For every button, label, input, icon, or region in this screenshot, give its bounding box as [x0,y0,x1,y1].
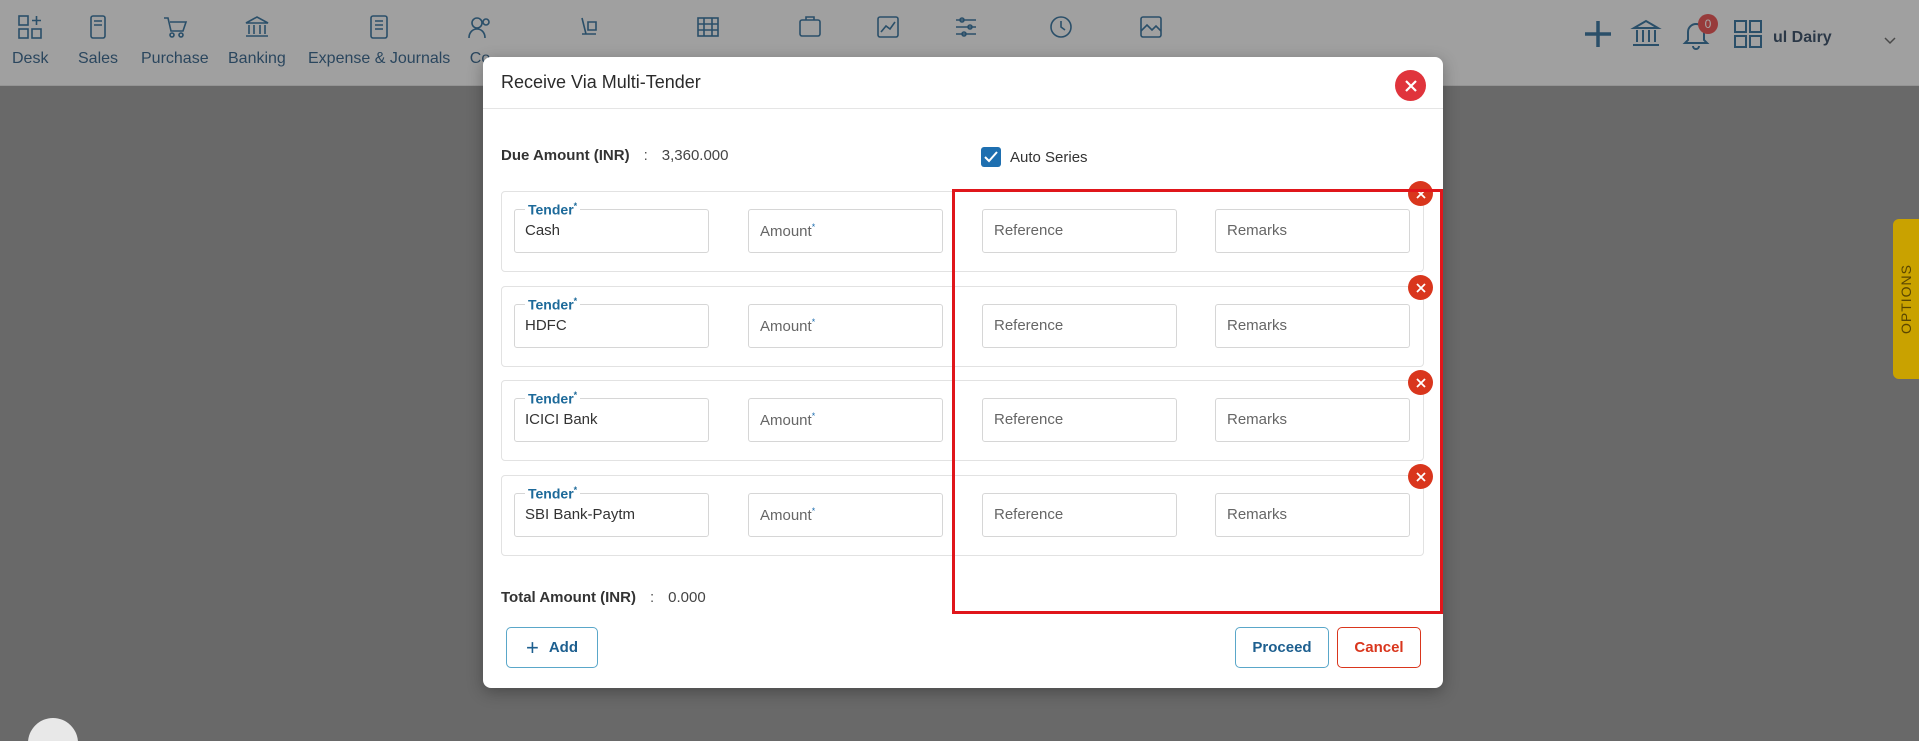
remarks-placeholder: Remarks [1227,506,1288,523]
remarks-input[interactable]: Remarks [1215,209,1410,253]
reference-placeholder: Reference [994,506,1064,523]
amount-input[interactable]: Amount* [748,398,943,442]
due-amount-label: Due Amount (INR) [501,147,630,164]
tender-value: SBI Bank-Paytm [525,506,636,523]
options-tab-label: OPTIONS [1898,263,1915,335]
amount-placeholder: Amount* [760,222,816,240]
tender-select[interactable]: Tender* HDFC [514,296,709,348]
modal-title: Receive Via Multi-Tender [501,72,701,92]
due-amount-value: 3,360.000 [661,147,729,164]
close-icon [1415,188,1426,199]
reference-placeholder: Reference [994,411,1064,428]
due-amount-row: Due Amount (INR) : 3,360.000 [501,147,729,164]
cancel-button[interactable]: Cancel [1337,627,1421,668]
tender-select[interactable]: Tender* ICICI Bank [514,390,709,442]
reference-input[interactable]: Reference [982,398,1177,442]
reference-placeholder: Reference [994,222,1064,239]
amount-input[interactable]: Amount* [748,493,943,537]
amount-placeholder: Amount* [760,506,816,524]
tender-label: Tender* [525,201,581,218]
tender-value: Cash [525,222,561,239]
remove-row-button[interactable] [1408,181,1433,206]
auto-series-label: Auto Series [1010,148,1088,166]
close-icon [1415,471,1426,482]
tender-row: Tender* HDFC Amount* Reference Remarks [501,286,1424,367]
cancel-button-label: Cancel [1354,639,1404,656]
remove-row-button[interactable] [1408,464,1433,489]
remove-row-button[interactable] [1408,370,1433,395]
checkbox-checked-icon[interactable] [981,147,1001,167]
close-modal-button[interactable] [1395,70,1426,101]
amount-input[interactable]: Amount* [748,209,943,253]
tender-label: Tender* [525,296,581,313]
tender-value: HDFC [525,317,567,334]
proceed-button[interactable]: Proceed [1235,627,1329,668]
tender-value: ICICI Bank [525,411,598,428]
remarks-placeholder: Remarks [1227,317,1288,334]
total-amount-label: Total Amount (INR) [501,589,636,606]
tender-label: Tender* [525,390,581,407]
reference-input[interactable]: Reference [982,493,1177,537]
tender-row: Tender* ICICI Bank Amount* Reference Rem… [501,380,1424,461]
amount-input[interactable]: Amount* [748,304,943,348]
due-amount-colon: : [643,147,648,164]
reference-input[interactable]: Reference [982,304,1177,348]
close-icon [1404,79,1417,92]
auto-series-checkbox[interactable]: Auto Series [981,147,1088,167]
multi-tender-modal: Receive Via Multi-Tender Due Amount (INR… [483,57,1443,688]
tender-label: Tender* [525,485,581,502]
add-tender-button[interactable]: + Add [506,627,598,668]
close-icon [1415,377,1426,388]
tender-select[interactable]: Tender* SBI Bank-Paytm [514,485,709,537]
tender-select[interactable]: Tender* Cash [514,201,709,253]
total-amount-colon: : [649,589,655,606]
reference-input[interactable]: Reference [982,209,1177,253]
tender-row: Tender* SBI Bank-Paytm Amount* Reference… [501,475,1424,556]
total-amount-value: 0.000 [668,589,706,606]
remove-row-button[interactable] [1408,275,1433,300]
tender-row: Tender* Cash Amount* Reference Remarks [501,191,1424,272]
close-icon [1415,282,1426,293]
modal-header: Receive Via Multi-Tender [483,57,1443,109]
plus-icon: + [525,634,539,660]
proceed-button-label: Proceed [1252,639,1312,656]
add-button-label: Add [548,639,579,656]
remarks-input[interactable]: Remarks [1215,398,1410,442]
remarks-placeholder: Remarks [1227,222,1288,239]
total-amount-row: Total Amount (INR) : 0.000 [501,589,706,606]
amount-placeholder: Amount* [760,411,816,429]
remarks-placeholder: Remarks [1227,411,1288,428]
remarks-input[interactable]: Remarks [1215,304,1410,348]
amount-placeholder: Amount* [760,317,816,335]
remarks-input[interactable]: Remarks [1215,493,1410,537]
options-tab[interactable]: OPTIONS [1893,219,1919,379]
reference-placeholder: Reference [994,317,1064,334]
